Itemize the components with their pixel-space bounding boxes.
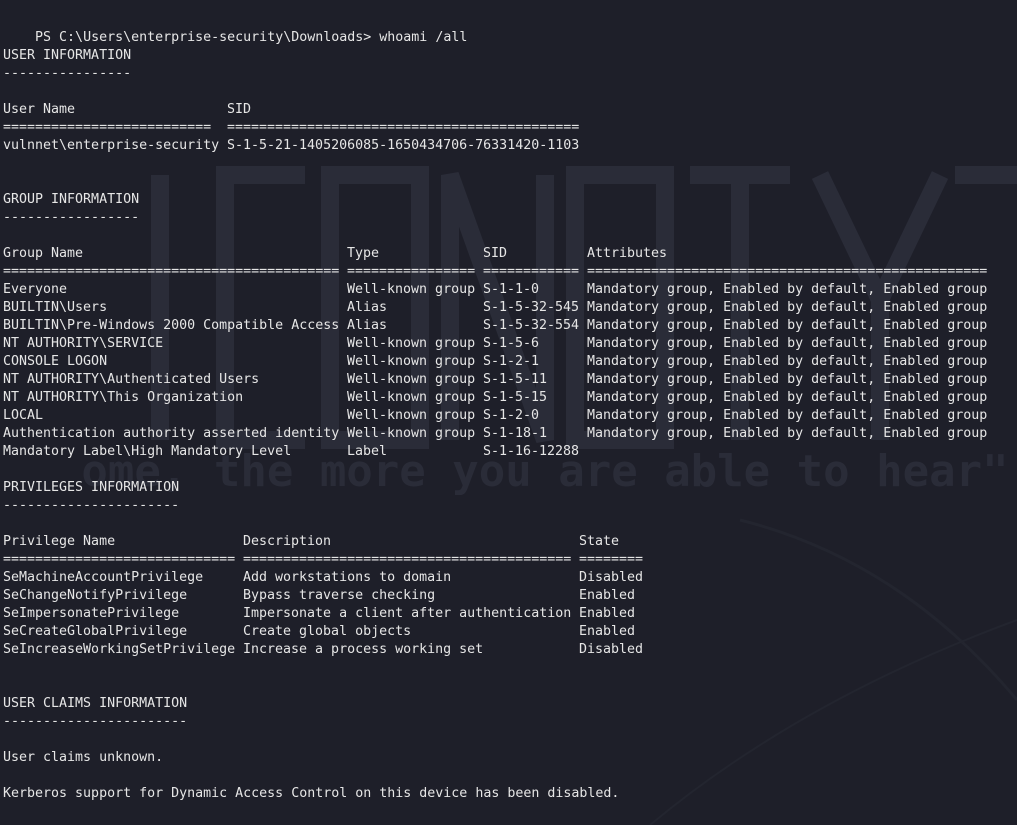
group-info-underline: ----------------- (3, 210, 140, 225)
group-info-header-row: Group Name Type SID Attributes (3, 245, 1015, 263)
header-description: Description (243, 534, 332, 549)
header-user-name: User Name (3, 102, 76, 117)
header-group-name: Group Name (3, 246, 84, 261)
user-info-separator-row: ========================== ==============… (3, 120, 580, 135)
claims-info-underline: ----------------------- (3, 714, 188, 729)
privileges-info-underline: ---------------------- (3, 498, 180, 513)
header-type: Type (347, 246, 380, 261)
privileges-rows: SeMachineAccountPrivilege Add workstation… (3, 569, 1015, 659)
user-name-value: vulnnet\enterprise-security (3, 138, 220, 153)
table-row: Authentication authority asserted identi… (3, 426, 988, 441)
prompt-line: PS C:\Users\enterprise-security\Download… (3, 11, 1015, 45)
kerberos-message: Kerberos support for Dynamic Access Cont… (3, 786, 620, 801)
table-row: BUILTIN\Users Alias S-1-5-32-545 Mandatory … (3, 300, 988, 315)
prompt-command: whoami /all (379, 30, 468, 45)
table-row: NT AUTHORITY\This Organization Well-known… (3, 390, 988, 405)
table-row: NT AUTHORITY\SERVICE Well-known group S-1-… (3, 336, 988, 351)
header-attributes: Attributes (587, 246, 668, 261)
table-row: SeChangeNotifyPrivilege Bypass traverse c… (3, 588, 636, 603)
table-row: CONSOLE LOGON Well-known group S-1-2-1 Mand… (3, 354, 988, 369)
prompt-path: PS C:\Users\enterprise-security\Download… (35, 30, 372, 45)
header-group-sid: SID (483, 246, 508, 261)
claims-message: User claims unknown. (3, 750, 164, 765)
privileges-separator-row: ============================= ===========… (3, 552, 644, 567)
user-info-row: vulnnet\enterprise-security S-1-5-21-1405… (3, 137, 1015, 155)
table-row: SeCreateGlobalPrivilege Create global obj… (3, 624, 636, 639)
table-row: SeMachineAccountPrivilege Add workstation… (3, 570, 644, 585)
user-info-underline: ---------------- (3, 66, 132, 81)
privileges-info-title: PRIVILEGES INFORMATION (3, 480, 180, 495)
table-row: BUILTIN\Pre-Windows 2000 Compatible Acce… (3, 318, 988, 333)
table-row: SeImpersonatePrivilege Impersonate a clie… (3, 606, 636, 621)
group-info-separator-row: ========================================… (3, 264, 988, 279)
table-row: Mandatory Label\High Mandatory Level Labe… (3, 444, 580, 459)
table-row: SeIncreaseWorkingSetPrivilege Increase a … (3, 642, 644, 657)
header-privilege-name: Privilege Name (3, 534, 116, 549)
user-info-title: USER INFORMATION (3, 48, 132, 63)
terminal-output[interactable]: PS C:\Users\enterprise-security\Download… (3, 11, 1015, 825)
table-row: LOCAL Well-known group S-1-2-0 Mandatory gr… (3, 408, 988, 423)
user-info-header-row: User Name SID (3, 101, 1015, 119)
user-sid-value: S-1-5-21-1405206085-1650434706-76331420-… (227, 138, 580, 153)
table-row: Everyone Well-known group S-1-1-0 Mandatory… (3, 282, 988, 297)
privileges-header-row: Privilege Name Description State (3, 533, 1015, 551)
header-state: State (579, 534, 620, 549)
group-info-title: GROUP INFORMATION (3, 192, 140, 207)
group-info-rows: Everyone Well-known group S-1-1-0 Mandatory… (3, 281, 1015, 461)
header-sid: SID (227, 102, 252, 117)
claims-info-title: USER CLAIMS INFORMATION (3, 696, 188, 711)
table-row: NT AUTHORITY\Authenticated Users Well-kno… (3, 372, 988, 387)
